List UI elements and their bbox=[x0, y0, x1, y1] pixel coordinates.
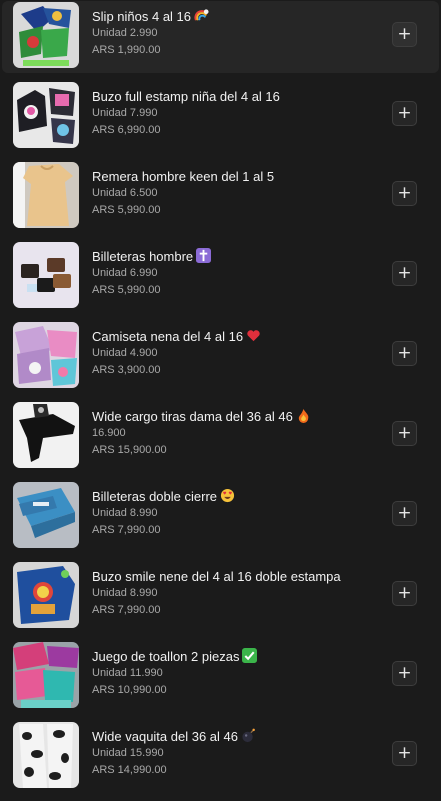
product-info: Juego de toallon 2 piezas Unidad 11.990 … bbox=[92, 648, 258, 699]
list-item[interactable]: Wide vaquita del 36 al 46 Unidad 15.990 … bbox=[0, 721, 441, 801]
product-image[interactable] bbox=[13, 82, 79, 148]
product-unit-price: Unidad 8.990 bbox=[92, 507, 158, 519]
add-button[interactable]: + bbox=[392, 22, 417, 47]
fire-icon bbox=[298, 408, 309, 423]
product-unit-price: Unidad 15.990 bbox=[92, 747, 164, 759]
product-image[interactable] bbox=[13, 2, 79, 68]
product-name: Camiseta nena del 4 al 16 bbox=[92, 329, 244, 344]
product-image[interactable] bbox=[13, 642, 79, 708]
add-button[interactable]: + bbox=[392, 101, 417, 126]
product-price: ARS 1,990.00 bbox=[92, 44, 161, 56]
rainbow-icon bbox=[194, 9, 209, 21]
product-info: Wide cargo tiras dama del 36 al 46 16.90… bbox=[92, 408, 311, 459]
product-price: ARS 5,990.00 bbox=[92, 204, 161, 216]
product-unit-price: Unidad 7.990 bbox=[92, 107, 158, 119]
add-button[interactable]: + bbox=[392, 341, 417, 366]
add-button[interactable]: + bbox=[392, 741, 417, 766]
list-item[interactable]: Remera hombre keen del 1 al 5 Unidad 6.5… bbox=[0, 161, 441, 241]
product-name: Slip niños 4 al 16 bbox=[92, 9, 192, 24]
product-info: Buzo smile nene del 4 al 16 doble estamp… bbox=[92, 568, 341, 619]
product-image[interactable] bbox=[13, 562, 79, 628]
product-price: ARS 10,990.00 bbox=[92, 684, 167, 696]
product-name: Billeteras doble cierre bbox=[92, 489, 218, 504]
product-unit-price: Unidad 6.500 bbox=[92, 187, 158, 199]
add-button[interactable]: + bbox=[392, 421, 417, 446]
product-name: Juego de toallon 2 piezas bbox=[92, 649, 240, 664]
list-item[interactable]: Slip niños 4 al 16 Unidad 2.990 ARS 1,99… bbox=[2, 1, 439, 73]
list-item[interactable]: Wide cargo tiras dama del 36 al 46 16.90… bbox=[0, 401, 441, 481]
product-price: ARS 14,990.00 bbox=[92, 764, 167, 776]
product-unit-price: Unidad 11.990 bbox=[92, 667, 163, 679]
product-unit-price: Unidad 6.990 bbox=[92, 267, 158, 279]
product-image[interactable] bbox=[13, 242, 79, 308]
product-unit-price: Unidad 2.990 bbox=[92, 27, 158, 39]
product-name: Buzo full estamp niña del 4 al 16 bbox=[92, 89, 280, 104]
product-image[interactable] bbox=[13, 402, 79, 468]
product-image[interactable] bbox=[13, 722, 79, 788]
product-price: ARS 7,990.00 bbox=[92, 604, 161, 616]
product-price: ARS 3,900.00 bbox=[92, 364, 161, 376]
latin-cross-icon bbox=[196, 248, 212, 263]
add-button[interactable]: + bbox=[392, 501, 417, 526]
product-name: Remera hombre keen del 1 al 5 bbox=[92, 169, 275, 184]
product-name: Billeteras hombre bbox=[92, 249, 194, 264]
add-button[interactable]: + bbox=[392, 261, 417, 286]
product-price: ARS 15,900.00 bbox=[92, 444, 167, 456]
product-unit-price: Unidad 4.900 bbox=[92, 347, 158, 359]
product-name: Wide cargo tiras dama del 36 al 46 bbox=[92, 409, 293, 424]
product-image[interactable] bbox=[13, 162, 79, 228]
product-image[interactable] bbox=[13, 482, 79, 548]
product-info: Buzo full estamp niña del 4 al 16 Unidad… bbox=[92, 88, 280, 139]
product-info: Wide vaquita del 36 al 46 Unidad 15.990 … bbox=[92, 728, 256, 779]
list-item[interactable]: Billeteras hombre Unidad 6.990 ARS 5,990… bbox=[0, 241, 441, 321]
product-price: ARS 5,990.00 bbox=[92, 284, 161, 296]
product-unit-price: 16.900 bbox=[92, 427, 126, 439]
red-heart-icon bbox=[247, 330, 260, 342]
product-name: Buzo smile nene del 4 al 16 doble estamp… bbox=[92, 569, 341, 584]
product-info: Billeteras doble cierre Unidad 8.990 ARS… bbox=[92, 488, 235, 539]
list-item[interactable]: Billeteras doble cierre Unidad 8.990 ARS… bbox=[0, 481, 441, 561]
product-info: Billeteras hombre Unidad 6.990 ARS 5,990… bbox=[92, 248, 212, 299]
add-button[interactable]: + bbox=[392, 581, 417, 606]
check-mark-icon bbox=[242, 648, 258, 663]
product-name: Wide vaquita del 36 al 46 bbox=[92, 729, 238, 744]
product-info: Camiseta nena del 4 al 16 Unidad 4.900 A… bbox=[92, 328, 261, 379]
add-button[interactable]: + bbox=[392, 661, 417, 686]
product-price: ARS 6,990.00 bbox=[92, 124, 161, 136]
product-info: Slip niños 4 al 16 Unidad 2.990 ARS 1,99… bbox=[92, 8, 209, 59]
add-button[interactable]: + bbox=[392, 181, 417, 206]
list-item[interactable]: Camiseta nena del 4 al 16 Unidad 4.900 A… bbox=[0, 321, 441, 401]
product-info: Remera hombre keen del 1 al 5 Unidad 6.5… bbox=[92, 168, 274, 219]
list-item[interactable]: Buzo full estamp niña del 4 al 16 Unidad… bbox=[0, 81, 441, 161]
product-unit-price: Unidad 8.990 bbox=[92, 587, 158, 599]
product-image[interactable] bbox=[13, 322, 79, 388]
list-item[interactable]: Buzo smile nene del 4 al 16 doble estamp… bbox=[0, 561, 441, 641]
product-price: ARS 7,990.00 bbox=[92, 524, 161, 536]
list-item[interactable]: Juego de toallon 2 piezas Unidad 11.990 … bbox=[0, 641, 441, 721]
heart-eyes-icon bbox=[220, 488, 235, 503]
bomb-icon bbox=[242, 728, 255, 743]
